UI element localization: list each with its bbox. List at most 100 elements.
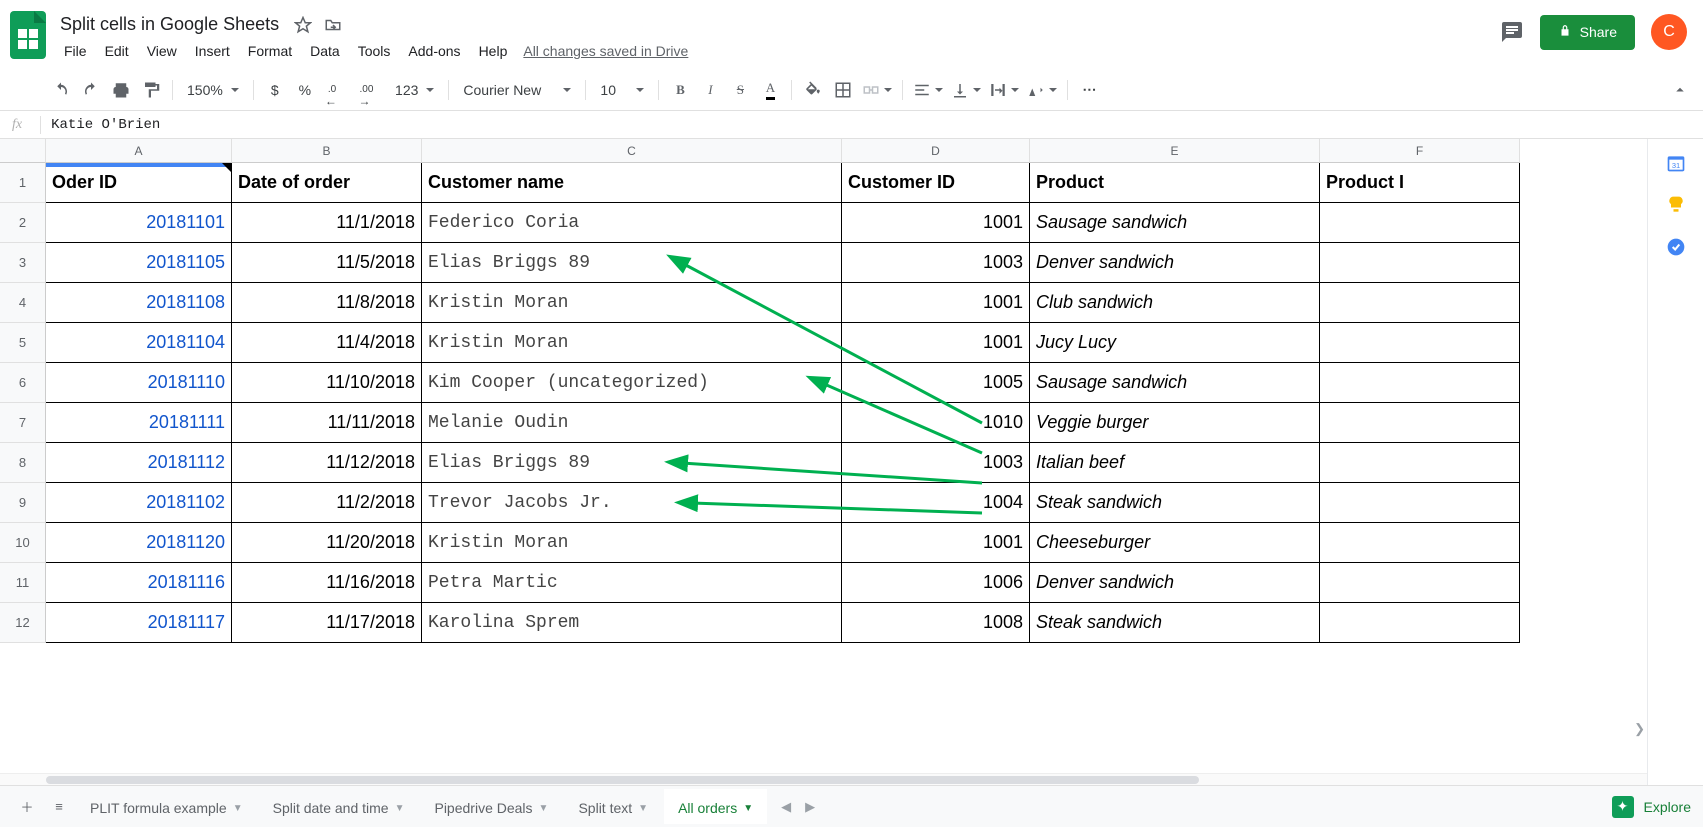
bold-button[interactable]: B <box>667 77 693 103</box>
cell[interactable]: 11/11/2018 <box>232 403 422 443</box>
explore-button[interactable]: Explore <box>1644 799 1691 815</box>
account-avatar[interactable]: C <box>1651 14 1687 50</box>
cell[interactable] <box>1320 483 1520 523</box>
menu-format[interactable]: Format <box>240 39 300 63</box>
cell[interactable] <box>1320 203 1520 243</box>
menu-insert[interactable]: Insert <box>187 39 238 63</box>
move-folder-icon[interactable] <box>323 15 343 35</box>
row-header[interactable]: 5 <box>0 323 46 363</box>
currency-button[interactable]: $ <box>262 77 288 103</box>
cell[interactable]: Denver sandwich <box>1030 243 1320 283</box>
header-cell[interactable]: Oder ID <box>46 163 232 203</box>
cell[interactable]: 20181111 <box>46 403 232 443</box>
keep-addon-icon[interactable] <box>1666 195 1686 215</box>
cell[interactable]: Sausage sandwich <box>1030 363 1320 403</box>
cell[interactable]: Elias Briggs 89 <box>422 243 842 283</box>
print-button[interactable] <box>108 77 134 103</box>
document-title[interactable]: Split cells in Google Sheets <box>56 12 283 37</box>
cell[interactable]: 1003 <box>842 443 1030 483</box>
tab-scroll-right-button[interactable]: ▶ <box>805 799 815 815</box>
sheet-tab-split-text[interactable]: Split text▼ <box>564 789 662 824</box>
sheet-tab-split-date-and-time[interactable]: Split date and time▼ <box>259 789 419 824</box>
header-cell[interactable]: Product <box>1030 163 1320 203</box>
menu-data[interactable]: Data <box>302 39 348 63</box>
horizontal-align-dropdown[interactable] <box>911 77 945 103</box>
borders-button[interactable] <box>830 77 856 103</box>
cell[interactable]: 11/5/2018 <box>232 243 422 283</box>
cell[interactable]: Steak sandwich <box>1030 603 1320 643</box>
row-header[interactable]: 6 <box>0 363 46 403</box>
cell[interactable]: 20181110 <box>46 363 232 403</box>
cell[interactable]: 1001 <box>842 323 1030 363</box>
cell[interactable]: 1006 <box>842 563 1030 603</box>
cell[interactable] <box>1320 523 1520 563</box>
cell[interactable]: 1001 <box>842 523 1030 563</box>
sheet-tab-plit-formula-example[interactable]: PLIT formula example▼ <box>76 789 257 824</box>
cell[interactable]: 1005 <box>842 363 1030 403</box>
cell[interactable]: 20181102 <box>46 483 232 523</box>
cell[interactable]: 20181101 <box>46 203 232 243</box>
drive-save-status[interactable]: All changes saved in Drive <box>523 39 688 63</box>
cell[interactable]: 20181104 <box>46 323 232 363</box>
collapse-toolbar-button[interactable] <box>1667 77 1693 103</box>
header-cell[interactable]: Product I <box>1320 163 1520 203</box>
menu-add-ons[interactable]: Add-ons <box>400 39 468 63</box>
text-color-button[interactable]: A <box>757 77 783 103</box>
cell[interactable]: Club sandwich <box>1030 283 1320 323</box>
cell[interactable]: 11/20/2018 <box>232 523 422 563</box>
row-header[interactable]: 10 <box>0 523 46 563</box>
cell[interactable]: Kim Cooper (uncategorized) <box>422 363 842 403</box>
header-cell[interactable]: Date of order <box>232 163 422 203</box>
text-wrap-dropdown[interactable] <box>987 77 1021 103</box>
column-header-E[interactable]: E <box>1030 139 1320 163</box>
cell[interactable]: 11/8/2018 <box>232 283 422 323</box>
strikethrough-button[interactable]: S <box>727 77 753 103</box>
add-sheet-button[interactable]: ＋ <box>12 792 42 822</box>
row-header[interactable]: 7 <box>0 403 46 443</box>
row-header[interactable]: 3 <box>0 243 46 283</box>
merge-cells-dropdown[interactable] <box>860 77 894 103</box>
cell[interactable]: Cheeseburger <box>1030 523 1320 563</box>
sheet-tab-pipedrive-deals[interactable]: Pipedrive Deals▼ <box>420 789 562 824</box>
share-button[interactable]: Share <box>1540 15 1635 50</box>
calendar-addon-icon[interactable]: 31 <box>1666 153 1686 173</box>
cell[interactable]: Kristin Moran <box>422 323 842 363</box>
cell[interactable]: Melanie Oudin <box>422 403 842 443</box>
tab-menu-icon[interactable]: ▼ <box>395 803 405 814</box>
decrease-decimal-button[interactable]: .0← <box>322 77 350 103</box>
cell[interactable]: 11/12/2018 <box>232 443 422 483</box>
tab-menu-icon[interactable]: ▼ <box>638 803 648 814</box>
font-size-dropdown[interactable]: 10 <box>594 77 650 103</box>
row-header[interactable]: 9 <box>0 483 46 523</box>
cell[interactable]: Steak sandwich <box>1030 483 1320 523</box>
cell[interactable]: 20181116 <box>46 563 232 603</box>
side-panel-toggle-icon[interactable]: ❯ <box>1634 721 1645 737</box>
menu-help[interactable]: Help <box>471 39 516 63</box>
percent-button[interactable]: % <box>292 77 318 103</box>
header-cell[interactable]: Customer name <box>422 163 842 203</box>
cell[interactable]: 1008 <box>842 603 1030 643</box>
tab-menu-icon[interactable]: ▼ <box>539 803 549 814</box>
formula-input[interactable] <box>51 117 1695 133</box>
column-header-C[interactable]: C <box>422 139 842 163</box>
cell[interactable]: Federico Coria <box>422 203 842 243</box>
text-rotation-dropdown[interactable] <box>1025 77 1059 103</box>
redo-button[interactable] <box>78 77 104 103</box>
column-header-A[interactable]: A <box>46 139 232 163</box>
cell[interactable]: 20181105 <box>46 243 232 283</box>
fill-color-button[interactable] <box>800 77 826 103</box>
paint-format-button[interactable] <box>138 77 164 103</box>
menu-edit[interactable]: Edit <box>97 39 137 63</box>
cell[interactable] <box>1320 603 1520 643</box>
cell[interactable] <box>1320 283 1520 323</box>
cell[interactable]: 11/17/2018 <box>232 603 422 643</box>
tab-menu-icon[interactable]: ▼ <box>233 803 243 814</box>
cell[interactable]: 11/4/2018 <box>232 323 422 363</box>
cell[interactable]: Sausage sandwich <box>1030 203 1320 243</box>
tasks-addon-icon[interactable] <box>1666 237 1686 257</box>
cell[interactable] <box>1320 403 1520 443</box>
cell[interactable]: 11/2/2018 <box>232 483 422 523</box>
cell[interactable]: 20181112 <box>46 443 232 483</box>
more-toolbar-button[interactable]: ⋯ <box>1076 77 1104 103</box>
tab-scroll-left-button[interactable]: ◀ <box>781 799 791 815</box>
